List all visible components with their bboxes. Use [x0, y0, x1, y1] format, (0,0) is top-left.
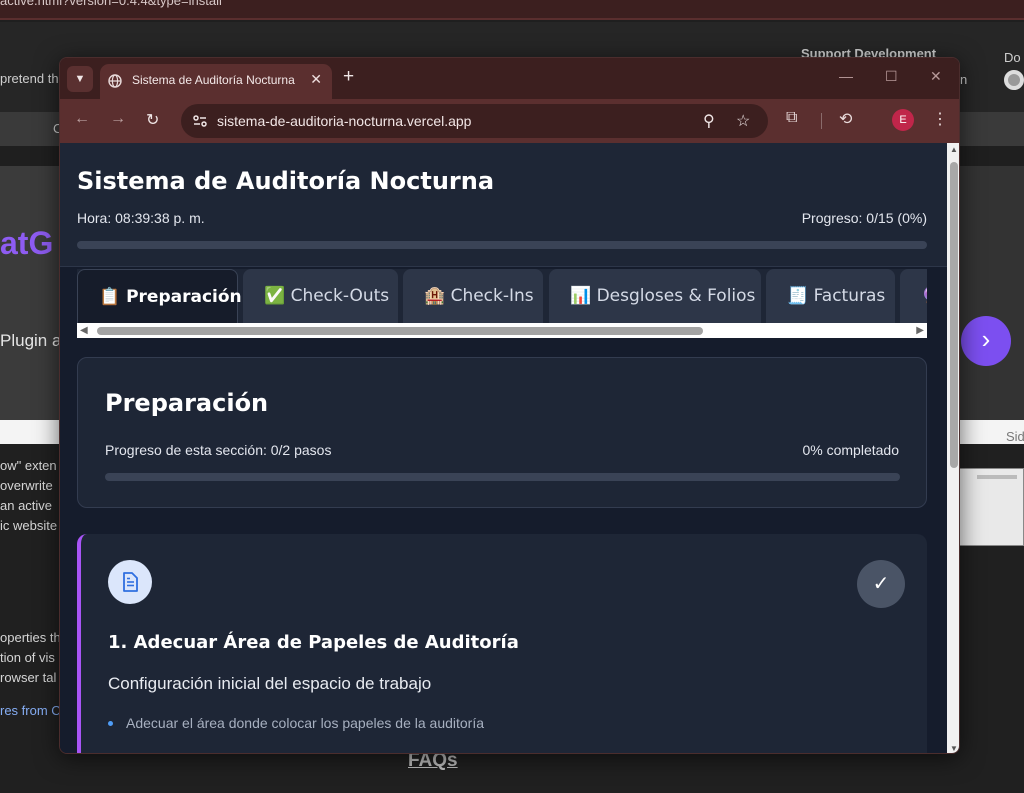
history-icon[interactable]: ⟲ [839, 109, 852, 129]
address-bar[interactable]: sistema-de-auditoria-nocturna.vercel.app… [181, 104, 768, 138]
back-arrow-icon[interactable]: ← [74, 110, 90, 128]
tab-label: Desgloses & Folios [596, 286, 756, 306]
new-tab-plus-icon[interactable]: + [343, 66, 354, 88]
background-hero-side [955, 166, 1024, 420]
crystal-ball-icon: 🔮 [921, 286, 927, 306]
background-toggle-icon[interactable] [1004, 70, 1024, 90]
maximize-icon[interactable]: ☐ [885, 68, 898, 85]
tab-label: Preparación [126, 287, 242, 307]
tab-label: Check-Outs [290, 286, 390, 306]
background-line: ow" exten [0, 458, 57, 473]
list-item: Adecuar el área donde colocar los papele… [108, 715, 484, 731]
background-logo-text: atG [0, 225, 54, 261]
background-line: operties th [0, 630, 61, 645]
scroll-down-arrow-icon[interactable]: ▼ [950, 744, 958, 753]
browser-popup-window: ▼ Sistema de Auditoría Nocturna ✕ + — ☐ … [59, 57, 960, 754]
background-next-arrow-button[interactable]: › [961, 316, 1011, 366]
receipt-icon: 🧾 [787, 286, 809, 306]
forward-arrow-icon[interactable]: → [110, 110, 126, 128]
background-url-text: active.html?version=0.4.4&type=install [0, 0, 222, 8]
background-do-text: Do [1004, 50, 1021, 65]
background-line: ic website [0, 518, 58, 533]
background-n-text: n [960, 72, 968, 87]
tab-facturas[interactable]: 🧾 Facturas [766, 269, 895, 323]
background-link[interactable]: res from C [0, 703, 61, 718]
zoom-icon[interactable]: ⚲ [703, 111, 715, 131]
overall-progress-bar [77, 241, 927, 249]
scroll-up-arrow-icon[interactable]: ▲ [950, 145, 958, 154]
scroll-right-arrow-icon[interactable]: ▶ [916, 325, 924, 336]
tabs-horizontal-scrollbar[interactable]: ◀ ▶ [77, 323, 927, 338]
clipboard-icon: 📋 [99, 287, 121, 307]
tab-next-partial[interactable]: 🔮 [900, 269, 927, 323]
toolbar-divider [821, 113, 822, 129]
tab-check-outs[interactable]: ✅ Check-Outs [243, 269, 398, 323]
reload-icon[interactable]: ↻ [146, 110, 159, 130]
section-summary-card: Preparación Progreso de esta sección: 0/… [77, 357, 927, 508]
complete-step-check-button[interactable]: ✓ [857, 560, 905, 608]
background-address-strip: active.html?version=0.4.4&type=install [0, 0, 1024, 20]
tab-preparacion[interactable]: 📋 Preparación [77, 269, 242, 323]
scrollbar-thumb[interactable] [97, 327, 703, 335]
overall-progress-label: Progreso: 0/15 (0%) [801, 210, 927, 226]
background-line: rowser tal [0, 670, 57, 685]
background-line: an active [0, 498, 53, 513]
section-progress-label: Progreso de esta sección: 0/2 pasos [105, 442, 332, 458]
background-text-pretend: pretend th [0, 71, 59, 86]
bookmark-star-icon[interactable]: ☆ [736, 111, 750, 131]
minimize-icon[interactable]: — [839, 68, 853, 84]
background-thumbnail[interactable] [958, 468, 1024, 546]
tab-close-icon[interactable]: ✕ [310, 71, 322, 88]
bar-chart-icon: 📊 [570, 286, 592, 306]
document-icon [108, 560, 152, 604]
tab-search-chevron-down-icon[interactable]: ▼ [67, 66, 93, 92]
tab-title: Sistema de Auditoría Nocturna [132, 73, 295, 87]
page-title: Sistema de Auditoría Nocturna [77, 167, 495, 195]
scrollbar-thumb[interactable] [950, 162, 958, 468]
background-sid-text: Sid [1006, 429, 1024, 444]
current-time: Hora: 08:39:38 p. m. [77, 210, 205, 226]
background-line: tion of vis [0, 650, 55, 665]
step-card: ✓ 1. Adecuar Área de Papeles de Auditorí… [77, 534, 927, 753]
background-line: overwrite [0, 478, 53, 493]
more-menu-icon[interactable]: ⋮ [932, 109, 948, 129]
section-percent-label: 0% completado [802, 442, 899, 458]
tab-label: Facturas [813, 286, 886, 306]
site-settings-icon[interactable] [191, 112, 209, 130]
browser-tab[interactable]: Sistema de Auditoría Nocturna ✕ [100, 64, 332, 99]
page-vertical-scrollbar[interactable]: ▲ ▼ [947, 143, 959, 753]
globe-icon [108, 74, 122, 88]
step-subtitle: Configuración inicial del espacio de tra… [108, 674, 432, 693]
list-item-text: Adecuar el área donde colocar los papele… [126, 715, 485, 731]
tab-check-ins[interactable]: 🏨 Check-Ins [403, 269, 543, 323]
app-header: Sistema de Auditoría Nocturna Hora: 08:3… [60, 143, 947, 267]
tab-label: Check-Ins [450, 286, 534, 306]
section-tabs: 📋 Preparación ✅ Check-Outs 🏨 Check-Ins 📊… [77, 269, 927, 323]
window-close-icon[interactable]: ✕ [930, 68, 942, 85]
tab-strip: ▼ Sistema de Auditoría Nocturna ✕ + — ☐ … [60, 58, 959, 99]
hotel-icon: 🏨 [424, 286, 446, 306]
scroll-left-arrow-icon[interactable]: ◀ [80, 325, 88, 336]
profile-avatar[interactable]: E [892, 109, 914, 131]
bullet-dot-icon [108, 720, 113, 726]
tab-desgloses-folios[interactable]: 📊 Desgloses & Folios [549, 269, 761, 323]
step-title: 1. Adecuar Área de Papeles de Auditoría [108, 632, 519, 653]
url-text: sistema-de-auditoria-nocturna.vercel.app [217, 113, 472, 129]
section-title: Preparación [105, 389, 269, 417]
browser-toolbar: ← → ↻ sistema-de-auditoria-nocturna.verc… [60, 99, 959, 143]
extensions-puzzle-icon[interactable]: ⧉ [786, 109, 797, 127]
section-progress-bar [105, 473, 900, 481]
check-icon: ✅ [264, 286, 286, 306]
page-content: Sistema de Auditoría Nocturna Hora: 08:3… [60, 143, 947, 753]
